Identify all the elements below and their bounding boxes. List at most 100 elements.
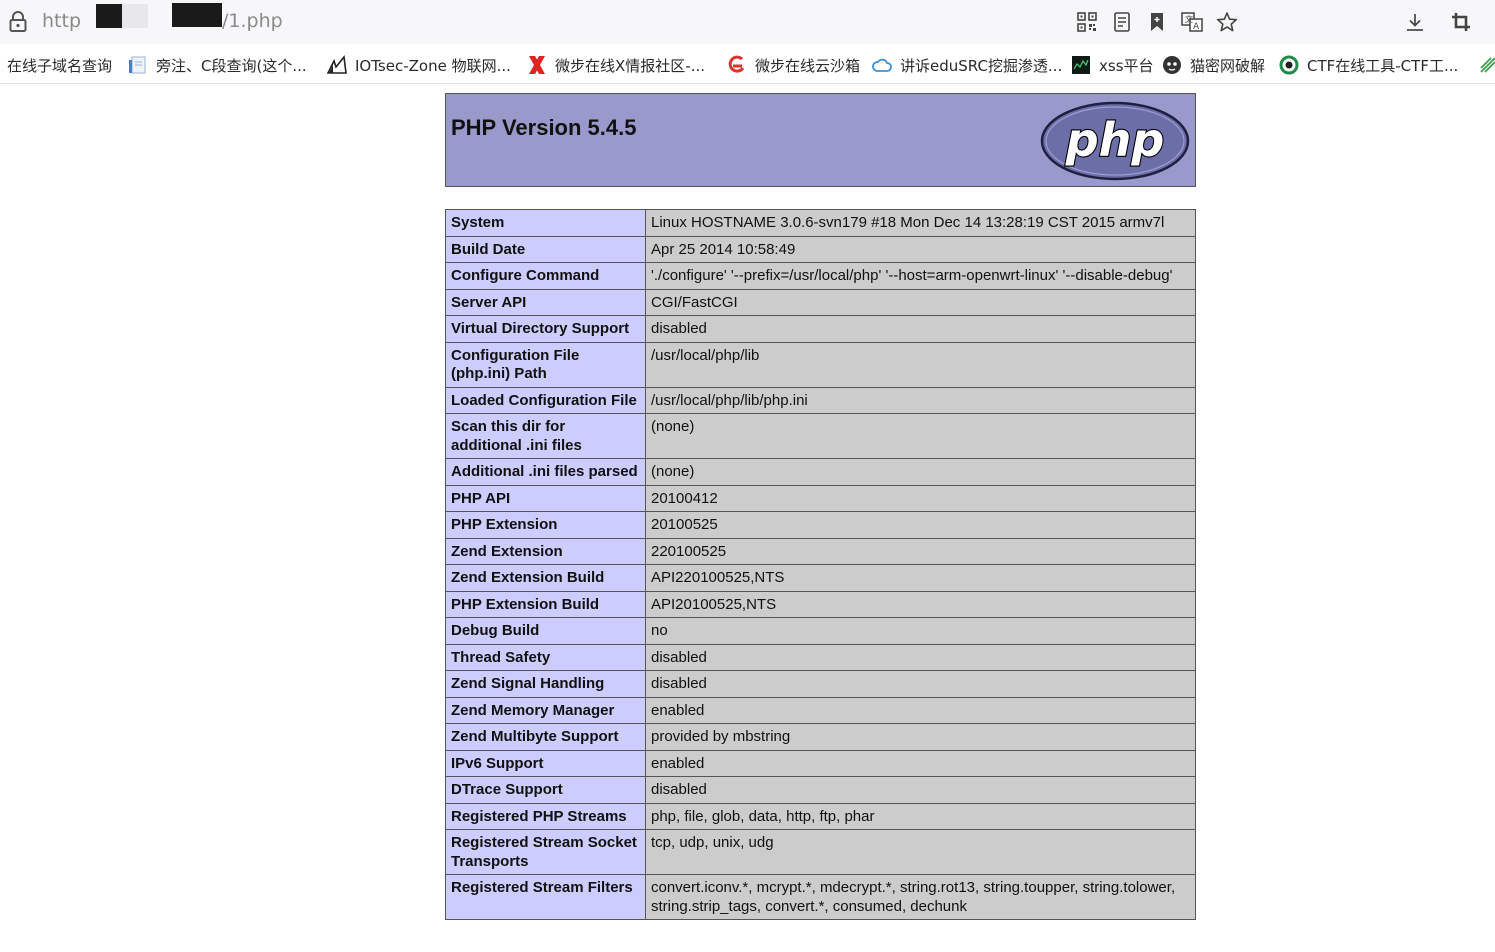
qr-code-icon[interactable]: [1075, 10, 1099, 34]
cloud-icon: [872, 55, 892, 75]
x-icon: [527, 55, 547, 75]
bookmark-label: IOTsec-Zone 物联网...: [355, 56, 511, 75]
bookmark-item[interactable]: IOTsec-Zone 物联网...: [326, 54, 511, 76]
row-value: tcp, udp, unix, udg: [645, 829, 1196, 875]
url-prefix: http: [42, 10, 82, 32]
svg-text:文: 文: [1185, 14, 1193, 24]
download-icon[interactable]: [1403, 10, 1427, 34]
row-key: Build Date: [445, 235, 646, 263]
table-row: Zend Signal Handling disabled: [445, 670, 1196, 698]
row-value: convert.iconv.*, mcrypt.*, mdecrypt.*, s…: [645, 874, 1196, 920]
bookmark-label: 讲诉eduSRC挖掘渗透...: [900, 56, 1063, 75]
lock-icon[interactable]: [8, 11, 28, 33]
table-row: Configure Command './configure' '--prefix…: [445, 262, 1196, 290]
bookmark-item[interactable]: 旁注、C段查询(这个...: [128, 54, 307, 76]
bookmark-label: xss平台: [1099, 56, 1154, 75]
table-row: PHP API 20100412: [445, 484, 1196, 512]
table-row: Virtual Directory Support disabled: [445, 315, 1196, 343]
row-value: Linux HOSTNAME 3.0.6-svn179 #18 Mon Dec …: [645, 209, 1196, 237]
table-row: System Linux HOSTNAME 3.0.6-svn179 #18 Mo…: [445, 209, 1196, 237]
more-bookmarks-icon: [1478, 55, 1495, 75]
bookmark-item[interactable]: xss平台: [1071, 54, 1154, 76]
php-logo: php: [1040, 101, 1190, 181]
bookmark-label: 猫密网破解: [1190, 56, 1266, 75]
page-title: PHP Version 5.4.5: [451, 115, 637, 140]
row-key: Registered PHP Streams: [445, 802, 646, 830]
row-key: PHP API: [445, 484, 646, 512]
bookmark-label: 微步在线云沙箱: [755, 56, 861, 75]
crop-icon[interactable]: [1449, 10, 1473, 34]
bookmark-item[interactable]: 微步在线云沙箱: [727, 54, 860, 76]
url-redaction: [172, 3, 222, 27]
url-redaction: [96, 4, 122, 28]
bookmark-item[interactable]: 讲诉eduSRC挖掘渗透...: [872, 54, 1062, 76]
row-key: Zend Memory Manager: [445, 696, 646, 724]
bookmark-label: 旁注、C段查询(这个...: [156, 56, 307, 75]
table-row: Registered PHP Streams php, file, glob, d…: [445, 802, 1196, 830]
row-value: API220100525,NTS: [645, 564, 1196, 592]
table-row: Thread Safety disabled: [445, 643, 1196, 671]
row-key: Zend Signal Handling: [445, 670, 646, 698]
browser-address-bar: http /1.php 文 A: [0, 0, 1495, 44]
row-value: disabled: [645, 315, 1196, 343]
bookmarks-bar: 在线子域名查询 旁注、C段查询(这个... IOTsec-Zone 物联网...: [0, 44, 1495, 84]
row-value: CGI/FastCGI: [645, 288, 1196, 316]
row-value: disabled: [645, 776, 1196, 804]
row-key: Debug Build: [445, 617, 646, 645]
table-row: Registered Stream Socket Transports tcp, …: [445, 829, 1196, 875]
row-value: './configure' '--prefix=/usr/local/php' …: [645, 262, 1196, 290]
page-icon: [128, 55, 148, 75]
row-key: Zend Multibyte Support: [445, 723, 646, 751]
row-value: disabled: [645, 670, 1196, 698]
cat-icon: [1162, 55, 1182, 75]
table-row: PHP Extension Build API20100525,NTS: [445, 590, 1196, 618]
table-row: Zend Extension 220100525: [445, 537, 1196, 565]
row-key: Zend Extension Build: [445, 564, 646, 592]
table-row: Build Date Apr 25 2014 10:58:49: [445, 235, 1196, 263]
row-value: (none): [645, 413, 1196, 459]
bookmark-item[interactable]: 猫密网破解: [1162, 54, 1265, 76]
table-row: Zend Memory Manager enabled: [445, 696, 1196, 724]
row-key: Server API: [445, 288, 646, 316]
table-row: Scan this dir for additional .ini files(…: [445, 413, 1196, 459]
row-key: Configure Command: [445, 262, 646, 290]
url-suffix: /1.php: [222, 10, 283, 32]
bookmark-item[interactable]: CTF在线工具-CTF工...: [1279, 54, 1458, 76]
bookmark-icon[interactable]: [1145, 10, 1169, 34]
row-key: IPv6 Support: [445, 749, 646, 777]
xss-icon: [1071, 55, 1091, 75]
row-key: PHP Extension Build: [445, 590, 646, 618]
row-key: Configuration File (php.ini) Path: [445, 341, 646, 388]
url-redaction: [122, 4, 148, 28]
sandbox-icon: [727, 55, 747, 75]
row-value: disabled: [645, 643, 1196, 671]
bookmark-label: 在线子域名查询: [7, 56, 113, 75]
row-value: 20100525: [645, 511, 1196, 539]
bookmark-item[interactable]: 微步在线X情报社区-...: [527, 54, 705, 76]
row-key: DTrace Support: [445, 776, 646, 804]
table-row: Zend Extension Build API220100525,NTS: [445, 564, 1196, 592]
row-value: (none): [645, 458, 1196, 486]
row-key: Scan this dir for additional .ini files: [445, 413, 646, 459]
row-value: API20100525,NTS: [645, 590, 1196, 618]
row-key: Zend Extension: [445, 537, 646, 565]
table-row: Configuration File (php.ini) Path/usr/lo…: [445, 341, 1196, 388]
row-key: Loaded Configuration File: [445, 386, 646, 414]
phpinfo-header: PHP Version 5.4.5 php: [445, 93, 1196, 187]
table-row: Additional .ini files parsed (none): [445, 458, 1196, 486]
bookmark-overflow[interactable]: [1478, 54, 1495, 76]
star-icon[interactable]: [1215, 10, 1239, 34]
reader-mode-icon[interactable]: [1110, 10, 1134, 34]
translate-icon[interactable]: 文 A: [1180, 10, 1204, 34]
row-key: Thread Safety: [445, 643, 646, 671]
row-value: 20100412: [645, 484, 1196, 512]
ctf-icon: [1279, 55, 1299, 75]
row-value: /usr/local/php/lib: [645, 341, 1196, 388]
iotsec-icon: [326, 55, 347, 75]
table-row: DTrace Support disabled: [445, 776, 1196, 804]
row-value: enabled: [645, 749, 1196, 777]
row-key: PHP Extension: [445, 511, 646, 539]
bookmark-item[interactable]: 在线子域名查询: [7, 54, 112, 76]
table-row: Server API CGI/FastCGI: [445, 288, 1196, 316]
bookmark-label: CTF在线工具-CTF工...: [1307, 56, 1459, 75]
